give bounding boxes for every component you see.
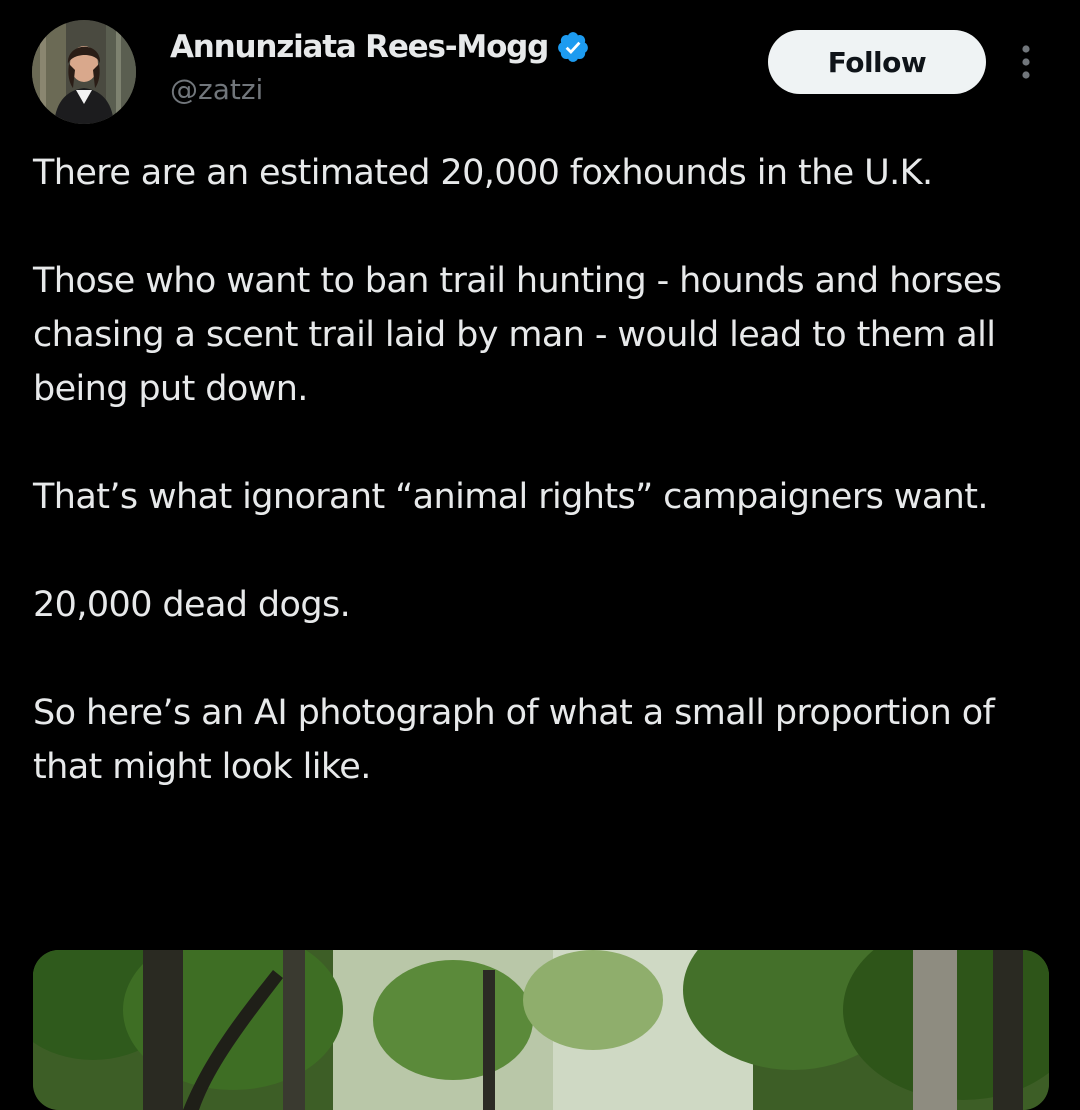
- author-display-name[interactable]: Annunziata Rees-Mogg: [170, 28, 549, 66]
- tweet-media-image[interactable]: [33, 950, 1049, 1110]
- more-vertical-icon[interactable]: [1012, 42, 1040, 82]
- tweet-header: Annunziata Rees-Mogg @zatzi Follow: [0, 0, 1080, 140]
- author-handle[interactable]: @zatzi: [170, 72, 263, 108]
- author-name-row[interactable]: Annunziata Rees-Mogg: [170, 28, 590, 66]
- follow-button[interactable]: Follow: [768, 30, 986, 94]
- tweet-paragraph: There are an estimated 20,000 foxhounds …: [33, 153, 933, 193]
- tweet-paragraph: So here’s an AI photograph of what a sma…: [33, 693, 995, 787]
- tweet-paragraph: Those who want to ban trail hunting - ho…: [33, 261, 1002, 409]
- tweet-paragraph: That’s what ignorant “animal rights” cam…: [33, 477, 989, 517]
- tweet-paragraph: 20,000 dead dogs.: [33, 585, 351, 625]
- tweet-text: There are an estimated 20,000 foxhounds …: [33, 146, 1053, 794]
- verified-badge-icon: [556, 30, 590, 64]
- avatar[interactable]: [32, 20, 136, 124]
